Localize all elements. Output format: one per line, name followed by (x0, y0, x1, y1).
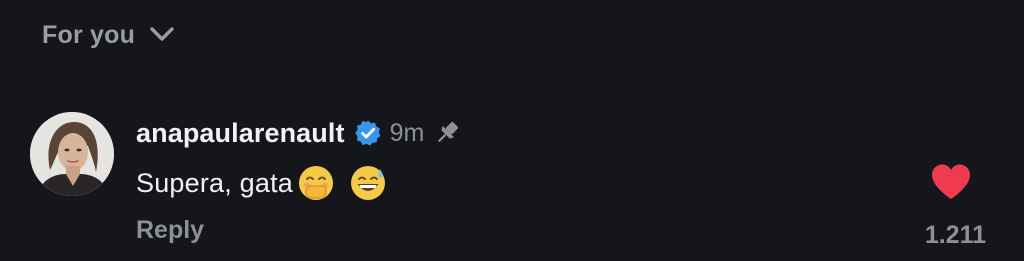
avatar[interactable] (30, 112, 114, 196)
pin-icon (438, 121, 459, 142)
comments-screen: For you anapaularenault 9m Supera, gata … (0, 0, 1024, 261)
comment-body: Supera, gata (136, 162, 387, 204)
comment-timestamp: 9m (389, 118, 425, 147)
comment-text: Supera, gata (136, 167, 294, 198)
grinning-face-with-sweat-emoji (351, 166, 386, 200)
verified-badge-icon (354, 120, 381, 146)
face-with-hand-over-mouth-emoji (299, 166, 334, 200)
heart-icon[interactable] (930, 163, 972, 201)
avatar-image (30, 112, 114, 196)
like-count: 1.211 (924, 221, 986, 249)
reply-button[interactable]: Reply (136, 216, 204, 245)
chevron-down-icon (150, 27, 174, 41)
filter-label: For you (42, 20, 136, 49)
comment-filter-dropdown[interactable]: For you (42, 18, 175, 52)
comment-header: anapaularenault 9m (136, 114, 462, 152)
username[interactable]: anapaularenault (136, 118, 345, 149)
